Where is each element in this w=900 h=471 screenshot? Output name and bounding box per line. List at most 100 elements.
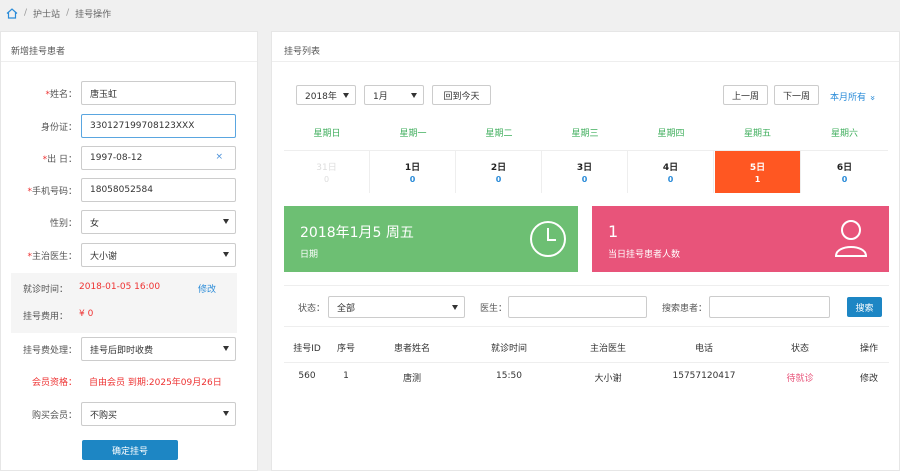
calendar-day[interactable]: 1日 0 [370,151,456,193]
buy-member-label: 购买会员： [31,410,77,421]
weekday-header: 星期二 [456,115,542,151]
table-divider [284,362,889,363]
user-icon [834,220,868,257]
column-header: 序号 [336,344,355,354]
column-header: 操作 [859,344,878,354]
calendar-day[interactable]: 3日 0 [542,151,628,193]
birth-date-field[interactable]: 1997-08-12 × [81,146,236,170]
calendar-day-selected[interactable]: 5日 1 [715,151,801,193]
name-row: *姓名： 唐玉虹 [1,81,246,105]
status-label: 状态： [298,304,326,314]
column-header: 就诊时间 [490,344,527,354]
fee-handling-row: 挂号费处理： 挂号后即时收费 [1,337,246,361]
month-all-link[interactable]: 本月所有 » [830,90,877,103]
fee-handling-label: 挂号费处理： [22,345,77,356]
visit-time-value: 2018-01-05 16:00 [79,282,161,292]
breadcrumb-item[interactable]: 护士站 [33,7,60,20]
panel-title: 新增挂号患者 [1,32,257,62]
status-select[interactable]: 全部 [328,296,465,318]
chevrons-down-icon: » [866,95,877,101]
gender-label: 性别： [49,218,77,229]
table-cell: 15757120417 [672,371,736,381]
gender-row: 性别： 女 [1,210,246,234]
edit-row-link[interactable]: 修改 [852,371,886,384]
chevron-down-icon [343,93,349,98]
chevron-down-icon [452,305,458,310]
weekday-header: 星期日 [284,115,370,151]
member-value: 自由会员 到期:2025年09月26日 [89,377,222,388]
weekday-header: 星期三 [542,115,628,151]
doctor-select[interactable]: 大小谢 [81,243,236,267]
weekday-header: 星期五 [714,115,801,151]
buy-member-row: 购买会员： 不购买 [1,402,246,426]
calendar-day[interactable]: 2日 0 [456,151,542,193]
column-header: 患者姓名 [393,344,430,354]
phone-field[interactable]: 18058052584 [81,178,236,202]
doctor-label: 主治医生： [31,251,77,262]
weekday-header: 星期六 [801,115,888,151]
prev-week-button[interactable]: 上一周 [723,85,768,105]
edit-time-link[interactable]: 修改 [198,282,216,295]
visit-time-label: 就诊时间： [23,285,69,295]
today-button[interactable]: 回到今天 [432,85,491,105]
fee-handling-select[interactable]: 挂号后即时收费 [81,337,236,361]
phone-row: *手机号码： 18058052584 [1,178,246,202]
id-label: 身份证： [40,122,77,133]
weekday-header: 星期四 [628,115,714,151]
week-calendar: 星期日 星期一 星期二 星期三 星期四 星期五 星期六 31日 0 1日 0 2日 0… [284,115,888,193]
month-select[interactable]: 1月 [364,85,424,105]
table-cell: 大小谢 [594,374,622,384]
column-header: 状态 [790,344,809,354]
id-card-field[interactable]: 330127199708123XXX [81,114,236,138]
chevron-down-icon [411,93,417,98]
calendar-day[interactable]: 6日 0 [801,151,888,193]
buy-member-select[interactable]: 不购买 [81,402,236,426]
table-cell: 560 [298,371,316,381]
visit-info-box: 就诊时间： 2018-01-05 16:00 修改 挂号费用： ¥ 0 [11,273,237,333]
patient-search-input[interactable] [709,296,830,318]
column-header: 电话 [694,344,713,354]
calendar-day[interactable]: 4日 0 [628,151,714,193]
gender-select[interactable]: 女 [81,210,236,234]
new-patient-panel: 新增挂号患者 *姓名： 唐玉虹 身份证： 330127199708123XXX … [0,31,258,471]
weekday-header: 星期一 [370,115,456,151]
table-cell: 唐测 [402,374,421,384]
member-row: 会员资格： 自由会员 到期:2025年09月26日 [1,369,246,393]
patient-count-card: 1 当日挂号患者人数 [592,206,889,272]
patient-count-value: 1 [608,222,619,241]
date-card-label: 日期 [300,250,319,260]
chevron-down-icon [223,219,229,224]
clock-icon [530,221,566,257]
chevron-down-icon [223,252,229,257]
name-field[interactable]: 唐玉虹 [81,81,236,105]
column-header: 主治医生 [589,344,626,354]
phone-label: 手机号码： [31,186,77,197]
breadcrumb-item: 挂号操作 [75,9,112,20]
breadcrumb: / 护士站 / 挂号操作 [0,0,900,26]
table-cell: 1 [343,371,349,381]
calendar-day[interactable]: 31日 0 [284,151,370,193]
fee-value: ¥ 0 [79,309,94,319]
patient-search-label: 搜索患者： [662,304,708,314]
panel-title: 挂号列表 [272,32,899,62]
search-button[interactable]: 搜索 [847,297,882,317]
id-row: 身份证： 330127199708123XXX [1,114,246,138]
date-card-value: 2018年1月5 周五 [300,225,414,241]
date-card: 2018年1月5 周五 日期 [284,206,578,272]
birth-label: 出 日： [47,154,77,165]
submit-registration-button[interactable]: 确定挂号 [82,440,178,460]
table-cell: 15:50 [496,371,522,381]
chevron-down-icon [223,346,229,351]
home-icon[interactable] [6,7,18,19]
doctor-filter-input[interactable] [508,296,647,318]
doctor-row: *主治医生： 大小谢 [1,243,246,267]
year-select[interactable]: 2018年 [296,85,356,105]
status-badge: 待就诊 [786,374,814,384]
fee-label: 挂号费用： [23,312,69,322]
member-label: 会员资格： [31,377,77,388]
next-week-button[interactable]: 下一周 [774,85,819,105]
name-label: 姓名： [49,89,77,100]
clear-icon[interactable]: × [215,152,223,162]
patient-count-label: 当日挂号患者人数 [608,250,681,260]
birth-row: *出 日： 1997-08-12 × [1,146,246,170]
